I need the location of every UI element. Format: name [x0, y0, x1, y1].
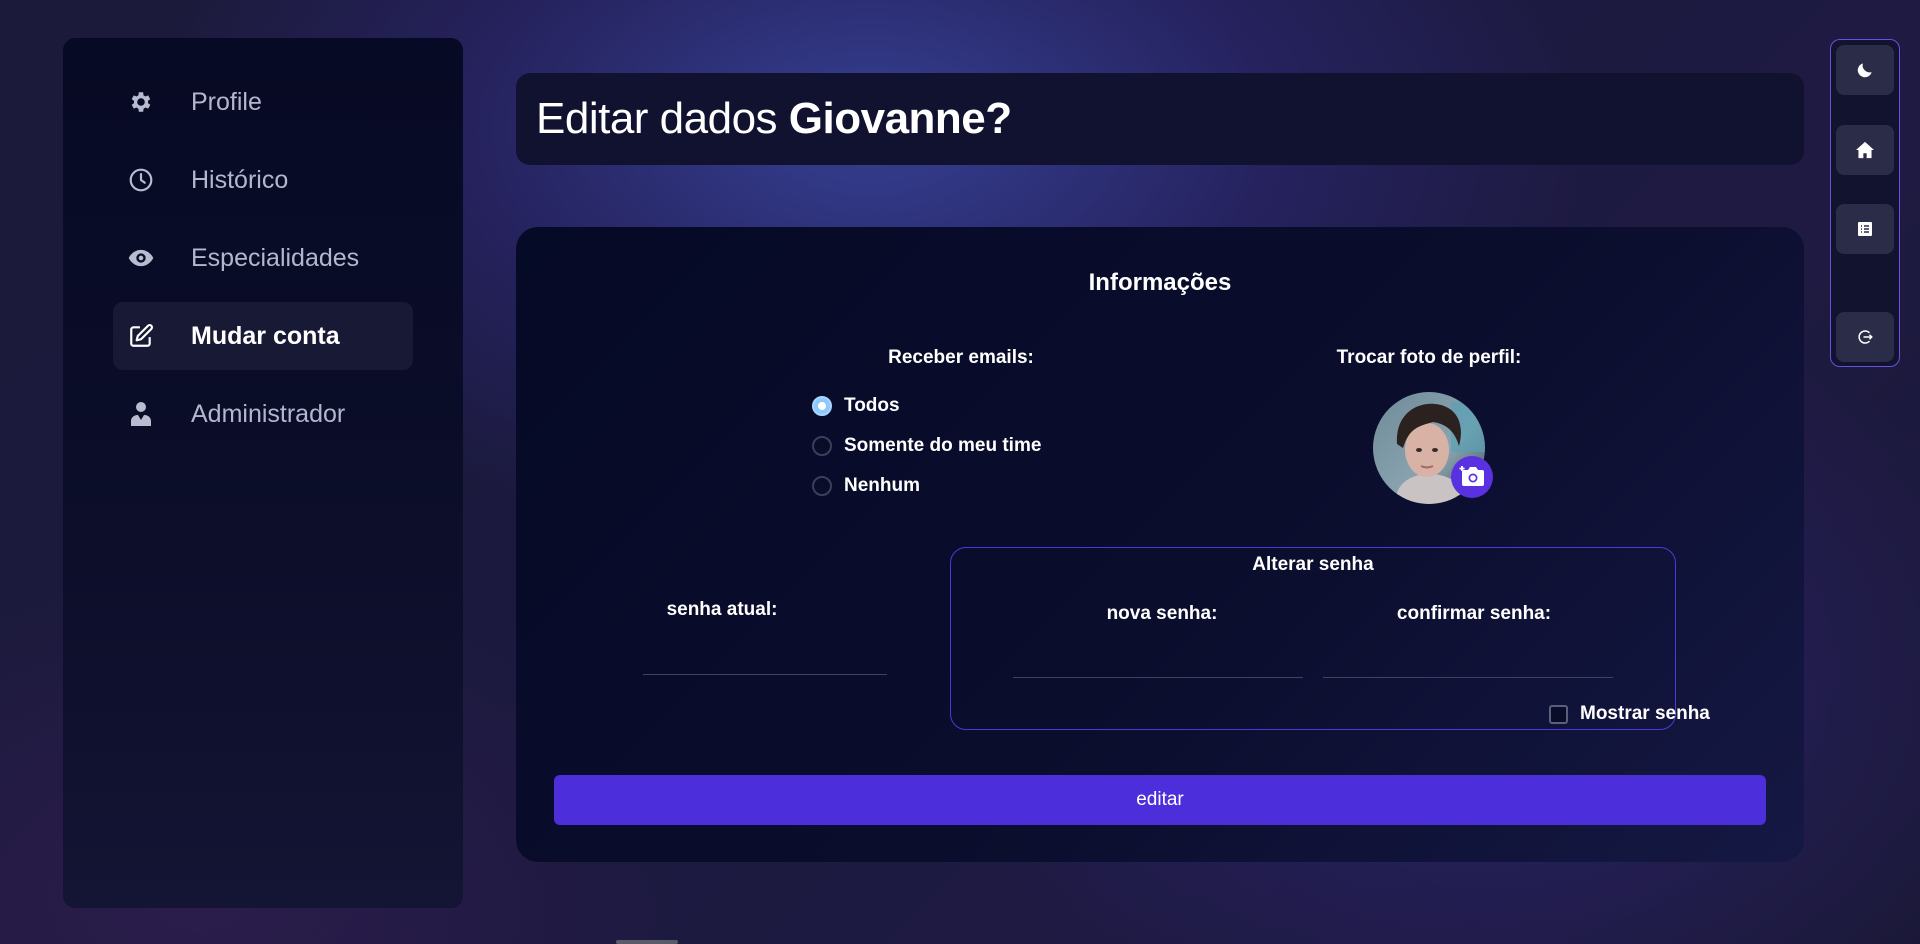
sidebar-item-label: Especialidades	[191, 243, 360, 272]
page-header: Editar dados Giovanne?	[516, 73, 1804, 165]
user-tie-icon	[127, 400, 155, 428]
sidebar-item-label: Administrador	[191, 399, 346, 428]
horizontal-scrollbar-thumb[interactable]	[616, 940, 678, 944]
sidebar-item-administrador[interactable]: Administrador	[113, 380, 413, 448]
logout-button[interactable]	[1836, 312, 1894, 362]
logout-icon	[1856, 328, 1874, 346]
confirm-password-input[interactable]	[1323, 648, 1613, 678]
moon-icon	[1855, 60, 1875, 80]
sidebar-item-mudar-conta[interactable]: Mudar conta	[113, 302, 413, 370]
theme-toggle-button[interactable]	[1836, 45, 1894, 95]
edit-submit-button[interactable]: editar	[554, 775, 1766, 825]
show-password-label: Mostrar senha	[1580, 703, 1710, 724]
edit-icon	[127, 322, 155, 350]
radio-button[interactable]	[812, 436, 832, 456]
radio-label: Somente do meu time	[844, 435, 1042, 456]
clock-icon	[127, 166, 155, 194]
email-option-time[interactable]: Somente do meu time	[812, 435, 1041, 457]
sidebar: Profile Histórico Especialidades Mudar c…	[63, 38, 463, 908]
radio-label: Todos	[844, 395, 900, 416]
gear-icon	[127, 88, 155, 116]
email-option-todos[interactable]: Todos	[812, 395, 900, 417]
sidebar-item-profile[interactable]: Profile	[113, 68, 413, 136]
list-icon	[1857, 221, 1873, 237]
sidebar-item-historico[interactable]: Histórico	[113, 146, 413, 214]
radio-button-checked[interactable]	[812, 396, 832, 416]
confirm-password-label: confirmar senha:	[1396, 603, 1552, 624]
sidebar-item-especialidades[interactable]: Especialidades	[113, 224, 413, 292]
quick-actions-rail	[1830, 39, 1900, 367]
radio-button[interactable]	[812, 476, 832, 496]
page-title: Editar dados Giovanne?	[536, 94, 1012, 144]
page-title-prefix: Editar dados	[536, 94, 789, 143]
list-button[interactable]	[1836, 204, 1894, 254]
home-button[interactable]	[1836, 125, 1894, 175]
change-photo-button[interactable]	[1451, 456, 1493, 498]
card-title: Informações	[1088, 269, 1232, 296]
show-password-toggle[interactable]: Mostrar senha	[1549, 703, 1710, 725]
show-password-checkbox[interactable]	[1549, 704, 1568, 724]
sidebar-item-label: Mudar conta	[191, 321, 340, 350]
current-password-label: senha atual:	[666, 599, 778, 620]
change-password-title: Alterar senha	[1252, 554, 1374, 575]
emails-label: Receber emails:	[888, 347, 1034, 368]
new-password-label: nova senha:	[1106, 603, 1218, 624]
home-icon	[1855, 141, 1875, 159]
page-title-name: Giovanne?	[788, 94, 1012, 143]
sidebar-item-label: Profile	[191, 87, 262, 116]
eye-icon	[127, 244, 155, 272]
new-password-input[interactable]	[1013, 648, 1303, 678]
account-form-card: Informações Receber emails: Todos Soment…	[516, 227, 1804, 862]
radio-label: Nenhum	[844, 475, 920, 496]
sidebar-item-label: Histórico	[191, 165, 289, 194]
photo-label: Trocar foto de perfil:	[1336, 347, 1522, 368]
email-option-nenhum[interactable]: Nenhum	[812, 475, 920, 497]
current-password-input[interactable]	[643, 645, 887, 675]
camera-add-icon	[1459, 466, 1485, 488]
